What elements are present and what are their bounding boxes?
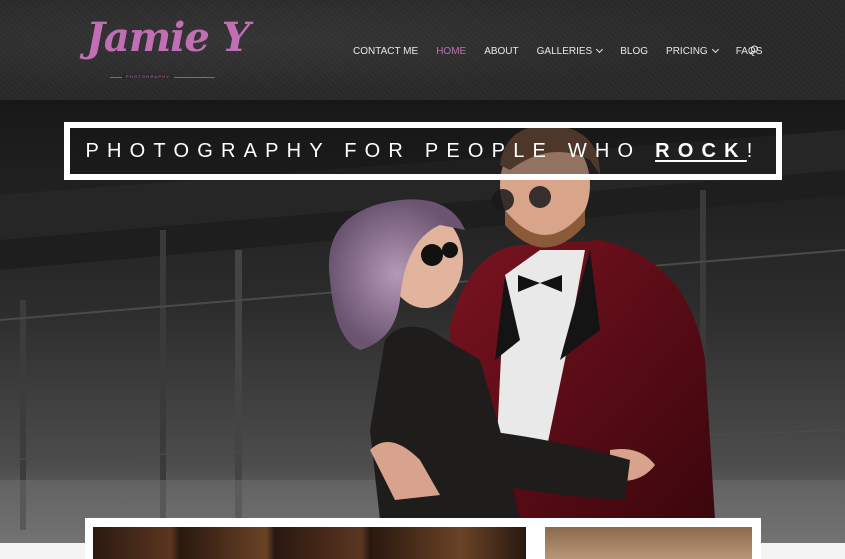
hero-tagline: PHOTOGRAPHY FOR PEOPLE WHO ROCK! bbox=[85, 140, 760, 163]
chevron-down-icon bbox=[596, 45, 604, 54]
section-background-right bbox=[761, 543, 845, 559]
search-icon[interactable] bbox=[749, 45, 759, 55]
gallery-card-image-right[interactable] bbox=[545, 527, 752, 559]
nav-item-blog[interactable]: BLOG bbox=[620, 46, 648, 57]
gallery-card-image-left[interactable] bbox=[93, 527, 526, 559]
chevron-down-icon bbox=[711, 45, 719, 54]
nav-label: ABOUT bbox=[484, 45, 519, 57]
logo-script: Jamie Y bbox=[86, 14, 250, 61]
tagline-emphasis: ROCK bbox=[655, 139, 747, 162]
nav-item-contact-me[interactable]: CONTACT ME bbox=[353, 46, 418, 57]
nav-label: PRICING bbox=[666, 45, 708, 57]
nav-item-home[interactable]: HOME bbox=[436, 46, 466, 57]
tagline-text: PHOTOGRAPHY FOR PEOPLE WHO bbox=[85, 139, 656, 162]
hero-tagline-inner: PHOTOGRAPHY FOR PEOPLE WHO ROCK! bbox=[70, 128, 776, 174]
nav-item-pricing[interactable]: PRICING bbox=[666, 45, 719, 57]
section-background-left bbox=[0, 543, 85, 559]
site-header: Jamie Y PHOTOGRAPHY CONTACT ME HOME ABOU… bbox=[0, 0, 845, 100]
nav-label: GALLERIES bbox=[536, 45, 593, 57]
tagline-end: ! bbox=[746, 139, 761, 162]
nav-item-galleries[interactable]: GALLERIES bbox=[536, 45, 604, 57]
nav-label: BLOG bbox=[620, 45, 649, 57]
main-nav: CONTACT ME HOME ABOUT GALLERIES BLOG PRI… bbox=[353, 44, 780, 58]
nav-label: CONTACT ME bbox=[353, 45, 419, 57]
site-logo[interactable]: Jamie Y PHOTOGRAPHY bbox=[86, 14, 250, 84]
logo-subtitle: PHOTOGRAPHY bbox=[122, 74, 175, 79]
hero-tagline-box: PHOTOGRAPHY FOR PEOPLE WHO ROCK! bbox=[64, 122, 782, 180]
nav-item-about[interactable]: ABOUT bbox=[484, 46, 518, 57]
nav-label: HOME bbox=[436, 45, 467, 57]
